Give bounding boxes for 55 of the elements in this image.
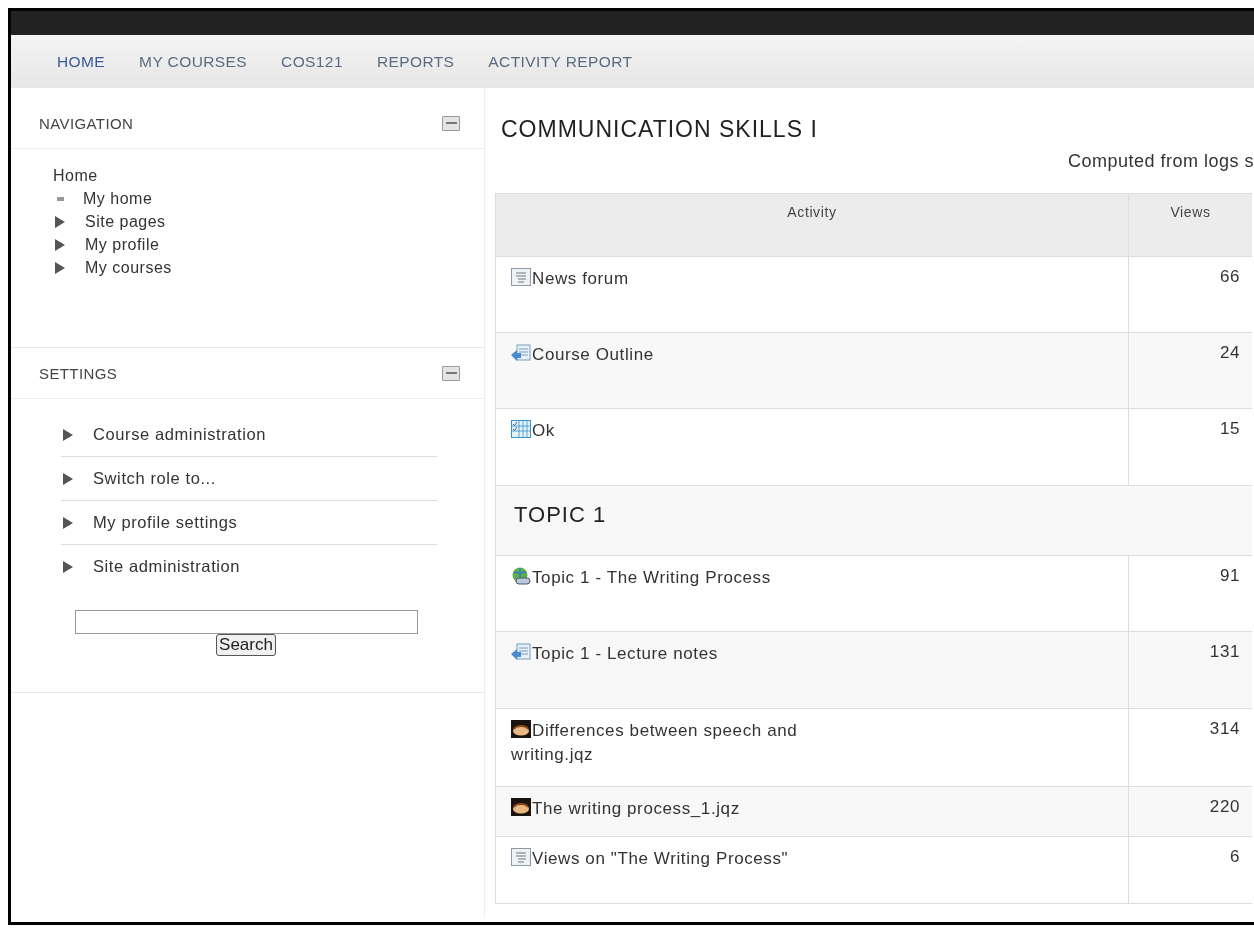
views-count: 91 — [1128, 555, 1252, 632]
quiz-icon — [511, 720, 531, 738]
nav-link[interactable]: REPORTS — [376, 52, 455, 71]
triangle-icon[interactable] — [63, 472, 73, 485]
section-heading: TOPIC 1 — [514, 502, 607, 527]
tree-item[interactable]: My profile — [85, 233, 160, 256]
search-field[interactable] — [74, 610, 418, 634]
views-count: 314 — [1128, 708, 1252, 787]
settings-item[interactable]: My profile settings — [93, 513, 238, 532]
triangle-icon[interactable] — [63, 428, 73, 441]
bullet-icon — [57, 196, 64, 201]
block-title: NAVIGATION — [39, 114, 134, 132]
views-count: 6 — [1128, 836, 1252, 904]
triangle-icon[interactable] — [63, 560, 73, 573]
views-count: 24 — [1128, 332, 1252, 409]
views-count: 15 — [1128, 408, 1252, 486]
tree-item[interactable]: Home — [53, 164, 484, 187]
forum-icon — [511, 848, 531, 866]
column-header: Views — [1128, 193, 1252, 257]
document-icon — [511, 643, 531, 661]
nav-link[interactable]: MY COURSES — [139, 52, 248, 71]
activity-link[interactable]: Ok — [511, 419, 831, 443]
activity-link[interactable]: News forum — [511, 267, 831, 291]
block-title: SETTINGS — [39, 364, 118, 382]
collapse-icon[interactable] — [442, 365, 460, 381]
nav-link[interactable]: ACTIVITY REPORT — [488, 52, 633, 71]
search-button[interactable]: Search — [216, 634, 276, 656]
settings-item[interactable]: Site administration — [93, 557, 241, 576]
triangle-icon[interactable] — [63, 516, 73, 529]
quiz-icon — [511, 798, 531, 816]
activity-link[interactable]: Topic 1 - Lecture notes — [511, 642, 831, 666]
page-title: COMMUNICATION SKILLS I — [501, 116, 819, 143]
triangle-icon[interactable] — [55, 215, 65, 228]
column-header: Activity — [495, 193, 1129, 257]
activity-link[interactable]: Course Outline — [511, 343, 831, 367]
views-count: 220 — [1128, 786, 1252, 837]
report-note: Computed from logs s — [1067, 151, 1254, 173]
nav-link[interactable]: HOME — [57, 52, 106, 71]
activity-link[interactable]: Topic 1 - The Writing Process — [511, 566, 831, 590]
settings-item[interactable]: Switch role to... — [93, 469, 216, 488]
activity-link[interactable]: Views on "The Writing Process" — [511, 847, 831, 871]
tree-item[interactable]: My courses — [85, 256, 172, 279]
views-count: 131 — [1128, 631, 1252, 709]
checklist-icon — [511, 420, 531, 438]
globe-icon — [511, 567, 531, 585]
collapse-icon[interactable] — [442, 115, 460, 131]
document-icon — [511, 344, 531, 362]
triangle-icon[interactable] — [55, 238, 65, 251]
settings-item[interactable]: Course administration — [93, 425, 267, 444]
tree-item[interactable]: My home — [83, 187, 153, 210]
forum-icon — [511, 268, 531, 286]
tree-item[interactable]: Site pages — [85, 210, 166, 233]
views-count: 66 — [1128, 256, 1252, 333]
nav-link[interactable]: COS121 — [281, 52, 343, 71]
triangle-icon[interactable] — [55, 261, 65, 274]
